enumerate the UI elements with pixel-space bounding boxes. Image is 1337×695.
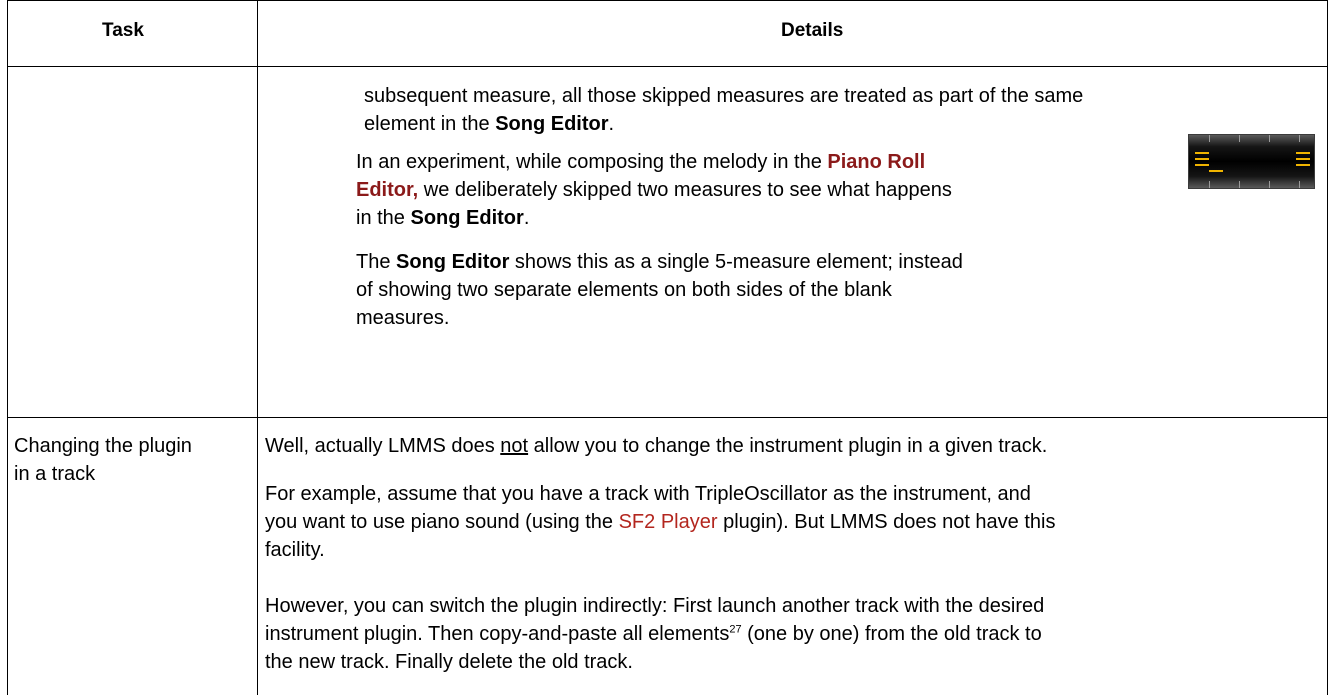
table-border-right: [1327, 0, 1328, 695]
ruler-tick: [1209, 135, 1210, 142]
song-editor-term: Song Editor: [396, 251, 510, 273]
ruler-tick: [1239, 135, 1240, 142]
row2-paragraph-2: For example, assume that you have a trac…: [265, 480, 1055, 564]
row1-p3-line2: of showing two separate elements on both…: [356, 279, 892, 301]
text-span: .: [608, 113, 615, 135]
ruler-tick: [1209, 181, 1210, 188]
ruler-tick: [1269, 135, 1270, 142]
note-mark: [1296, 152, 1310, 154]
song-editor-element-thumbnail: [1188, 134, 1315, 189]
row1-p3-line1: The Song Editor shows this as a single 5…: [356, 248, 963, 276]
column-header-details: Details: [781, 20, 844, 41]
text-span: plugin). But LMMS does not have this: [717, 511, 1056, 533]
row1-p1-line1: subsequent measure, all those skipped me…: [364, 85, 1084, 107]
row2-task-cell: Changing the plugin in a track: [14, 432, 192, 488]
ruler-tick: [1299, 181, 1300, 188]
text-span: In an experiment, while composing the me…: [356, 151, 828, 173]
row2-p2-line2: you want to use piano sound (using the S…: [265, 508, 1055, 536]
row2-paragraph-3: However, you can switch the plugin indir…: [265, 592, 1044, 676]
song-editor-term: Song Editor: [410, 207, 524, 229]
footnote-ref[interactable]: 27: [729, 623, 741, 635]
row2-p2-line1: For example, assume that you have a trac…: [265, 483, 1031, 505]
ruler-tick: [1239, 181, 1240, 188]
text-span: allow you to change the instrument plugi…: [528, 435, 1048, 457]
underlined-not: not: [500, 435, 529, 457]
row2-paragraph-1: Well, actually LMMS does not allow you t…: [265, 432, 1047, 460]
sf2-player-link[interactable]: SF2 Player: [619, 511, 718, 533]
row2-p3-line2: instrument plugin. Then copy-and-paste a…: [265, 620, 1044, 648]
text-span: instrument plugin. Then copy-and-paste a…: [265, 623, 730, 645]
header-divider: [7, 66, 1328, 67]
text-span: in the: [356, 207, 411, 229]
table-border-top: [7, 0, 1328, 1]
row-divider: [7, 417, 1328, 418]
piano-roll-term: Piano Roll: [827, 151, 926, 173]
row2-p3-line3: the new track. Finally delete the old tr…: [265, 651, 633, 673]
row2-task-line2: in a track: [14, 463, 96, 485]
row2-p3-line1: However, you can switch the plugin indir…: [265, 595, 1045, 617]
note-mark: [1296, 164, 1310, 166]
note-mark: [1195, 164, 1209, 166]
text-span: .: [523, 207, 530, 229]
column-header-task: Task: [102, 20, 144, 41]
song-editor-term: Song Editor: [495, 113, 609, 135]
text-span: Well, actually LMMS does: [265, 435, 501, 457]
text-span: The: [356, 251, 397, 273]
row1-p2-line3: in the Song Editor.: [356, 204, 952, 232]
table-border-left: [7, 0, 8, 695]
text-span: we deliberately skipped two measures to …: [418, 179, 952, 201]
text-span: element in the: [364, 113, 496, 135]
note-mark: [1296, 158, 1310, 160]
editor-term: Editor,: [356, 179, 419, 201]
note-mark: [1209, 170, 1223, 172]
row2-p2-line3: facility.: [265, 539, 325, 561]
text-span: (one by one) from the old track to: [741, 623, 1042, 645]
ruler-tick: [1299, 135, 1300, 142]
row1-paragraph-1: subsequent measure, all those skipped me…: [364, 82, 1083, 138]
row1-p1-line2: element in the Song Editor.: [364, 110, 1083, 138]
row1-p2-line2: Editor, we deliberately skipped two meas…: [356, 176, 952, 204]
row1-p3-line3: measures.: [356, 307, 450, 329]
note-mark: [1195, 158, 1209, 160]
text-span: shows this as a single 5-measure element…: [509, 251, 963, 273]
row1-paragraph-2: In an experiment, while composing the me…: [356, 148, 952, 232]
row1-p2-line1: In an experiment, while composing the me…: [356, 148, 952, 176]
column-divider: [257, 0, 258, 695]
note-mark: [1195, 152, 1209, 154]
row1-paragraph-3: The Song Editor shows this as a single 5…: [356, 248, 963, 332]
row2-task-line1: Changing the plugin: [14, 435, 192, 457]
text-span: you want to use piano sound (using the: [265, 511, 619, 533]
ruler-tick: [1269, 181, 1270, 188]
